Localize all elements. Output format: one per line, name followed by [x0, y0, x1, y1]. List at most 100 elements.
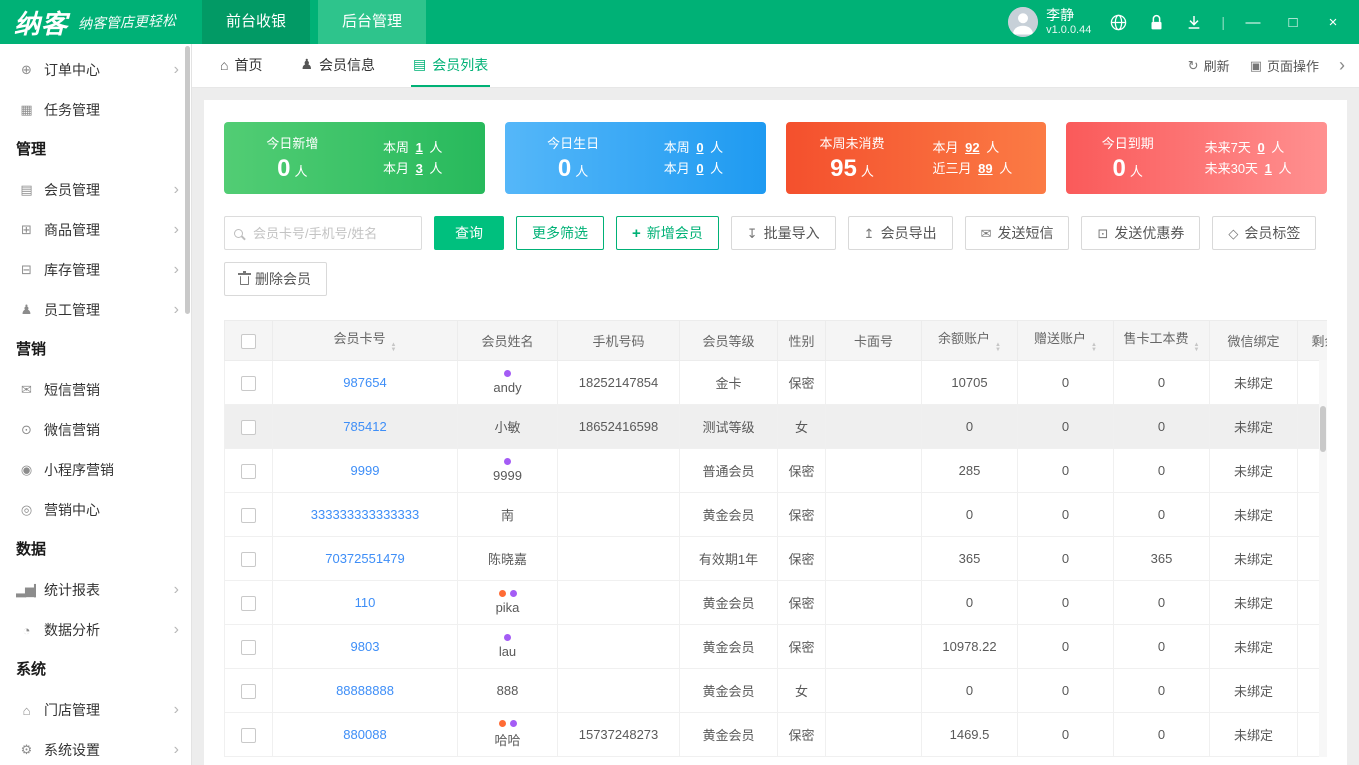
cell-balance: 1469.5 — [921, 712, 1018, 757]
sidebar-item-store-management[interactable]: ⌂ 门店管理 › — [0, 690, 191, 730]
sidebar-item-order-center[interactable]: ⊕ 订单中心 › — [0, 50, 191, 90]
member-card-link[interactable]: 88888888 — [336, 683, 394, 698]
refresh-button[interactable]: ↻ 刷新 — [1188, 56, 1230, 75]
minimize-button[interactable]: — — [1241, 14, 1265, 31]
tag-dot-icon — [509, 720, 517, 727]
row-checkbox[interactable] — [241, 727, 256, 743]
stats-line-number[interactable]: 3 — [416, 161, 423, 176]
cell-checkbox — [224, 360, 273, 405]
sort-icon[interactable]: ▲ ▼ — [995, 342, 1001, 353]
tab-label: 首页 — [234, 56, 263, 73]
table-row[interactable]: 9999 9999 普通会员 保密 285 0 0 未绑定 — [224, 448, 1327, 493]
chevron-right-icon[interactable]: › — [1339, 55, 1345, 76]
member-tags-button[interactable]: ◇ 会员标签 — [1212, 216, 1317, 250]
member-card-link[interactable]: 785412 — [343, 419, 386, 434]
member-card-link[interactable]: 9999 — [351, 463, 380, 478]
export-members-button[interactable]: ↥ 会员导出 — [847, 216, 953, 250]
table-row[interactable]: 88888888 888 黄金会员女 0 0 0 未绑定 — [224, 668, 1327, 713]
member-card-link[interactable]: 110 — [355, 595, 376, 610]
stats-line-number[interactable]: 89 — [978, 161, 992, 176]
row-checkbox[interactable] — [241, 683, 256, 699]
table-row[interactable]: 880088 哈哈 15737248273 黄金会员 保密 1469.5 0 0 未绑定 — [224, 712, 1327, 757]
row-checkbox[interactable] — [241, 463, 256, 479]
toolbar-row-1: 查询 更多筛选 + 新增会员 ↧ 批量导入 ↥ 会员导出 ✉ 发送短信 ⊡ 发送优惠券 ◇ 会员标签 — [224, 216, 1327, 250]
col-header-gift[interactable]: 赠送账户 ▲ ▼ — [1017, 320, 1114, 361]
stats-card-unit: 人 — [294, 164, 308, 179]
sidebar-section-system: 系统 — [16, 661, 47, 678]
stats-line-number[interactable]: 1 — [416, 140, 423, 155]
col-header-card_no[interactable]: 会员卡号 ▲ ▼ — [272, 320, 458, 361]
row-checkbox[interactable] — [241, 419, 256, 435]
query-button[interactable]: 查询 — [434, 216, 504, 250]
row-checkbox[interactable] — [241, 639, 256, 655]
header-tab-front-cashier[interactable]: 前台收银 — [202, 0, 311, 44]
select-all-checkbox[interactable] — [241, 333, 256, 349]
table-scrollbar-thumb[interactable] — [1320, 406, 1326, 452]
sidebar-item-sms-marketing[interactable]: ✉ 短信营销 — [0, 370, 191, 410]
member-card-link[interactable]: 333333333333333 — [311, 507, 419, 522]
stats-line-number[interactable]: 1 — [1265, 161, 1272, 176]
sort-icon[interactable]: ▲ ▼ — [391, 342, 397, 353]
sidebar-item-inventory-management[interactable]: ⊟ 库存管理 › — [0, 250, 191, 290]
col-header-fee[interactable]: 售卡工本费 ▲ ▼ — [1113, 320, 1210, 361]
sidebar-item-miniprogram-marketing[interactable]: ◉ 小程序营销 — [0, 450, 191, 490]
table-row[interactable]: 785412 小敏 18652416598 测试等级女 0 0 0 未绑定 — [224, 404, 1327, 449]
tab-member-list[interactable]: ▤ 会员列表 — [411, 44, 491, 87]
member-card-link[interactable]: 9803 — [351, 639, 380, 654]
sidebar-item-employee-management[interactable]: ♟ 员工管理 › — [0, 290, 191, 330]
sidebar-scrollbar[interactable] — [185, 46, 190, 314]
cell-fee: 0 — [1113, 580, 1210, 625]
stats-line-number[interactable]: 92 — [965, 140, 979, 155]
stats-line-number[interactable]: 0 — [1257, 140, 1264, 155]
row-checkbox[interactable] — [241, 507, 256, 523]
table-row[interactable]: 70372551479 陈晓嘉 有效期1年 保密 365 0 365 未绑定 — [224, 536, 1327, 581]
stats-line-number[interactable]: 0 — [696, 140, 703, 155]
globe-icon[interactable] — [1107, 11, 1129, 33]
sidebar-item-marketing-center[interactable]: ◎ 营销中心 — [0, 490, 191, 530]
stats-card-today-expire: 今日到期 0 人未来7天 0 人未来30天 1 人 — [1066, 122, 1327, 194]
row-checkbox[interactable] — [241, 375, 256, 391]
table-row[interactable]: 333333333333333 南黄金会员 保密 0 0 0 未绑定 — [224, 492, 1327, 537]
sidebar-item-product-management[interactable]: ⊞ 商品管理 › — [0, 210, 191, 250]
product-icon: ⊞ — [21, 222, 32, 237]
tab-member-info[interactable]: ♟ 会员信息 — [298, 44, 377, 87]
member-card-link[interactable]: 987654 — [343, 375, 386, 390]
member-card-link[interactable]: 880088 — [343, 727, 386, 742]
sort-icon[interactable]: ▲ ▼ — [1091, 342, 1097, 353]
table-row[interactable]: 110 pika 黄金会员 保密 0 0 0 未绑定 — [224, 580, 1327, 625]
stats-line-number[interactable]: 0 — [696, 161, 703, 176]
search-input[interactable] — [251, 224, 412, 242]
col-header-checkbox[interactable] — [224, 320, 273, 361]
more-filters-button[interactable]: 更多筛选 — [516, 216, 604, 250]
col-header-balance[interactable]: 余额账户 ▲ ▼ — [921, 320, 1018, 361]
avatar[interactable] — [1008, 7, 1039, 37]
row-checkbox[interactable] — [241, 551, 256, 567]
close-button[interactable]: × — [1321, 14, 1345, 31]
sort-icon[interactable]: ▲ ▼ — [1194, 342, 1200, 353]
sidebar-item-wechat-marketing[interactable]: ⊙ 微信营销 — [0, 410, 191, 450]
cell-card-no: 70372551479 — [272, 536, 458, 581]
row-checkbox[interactable] — [241, 595, 256, 611]
lock-icon[interactable] — [1145, 11, 1167, 33]
sidebar-item-task-management[interactable]: ▦ 任务管理 — [0, 90, 191, 130]
table-scrollbar[interactable] — [1319, 360, 1327, 757]
table-row[interactable]: 9803 lau 黄金会员 保密 10978.22 0 0 未绑定 — [224, 624, 1327, 669]
sidebar-item-system-settings[interactable]: ⚙ 系统设置 › — [0, 730, 191, 765]
delete-members-button[interactable]: 删除会员 — [224, 262, 327, 296]
member-info-icon: ♟ — [300, 56, 314, 72]
add-member-button[interactable]: + 新增会员 — [616, 216, 719, 250]
page-ops-button[interactable]: ▣ 页面操作 — [1250, 56, 1319, 75]
cell-checkbox — [224, 624, 273, 669]
member-card-link[interactable]: 70372551479 — [325, 551, 405, 566]
batch-import-button[interactable]: ↧ 批量导入 — [730, 216, 836, 250]
send-sms-button[interactable]: ✉ 发送短信 — [964, 216, 1070, 250]
download-icon[interactable] — [1183, 11, 1205, 33]
sidebar-item-member-management[interactable]: ▤ 会员管理 › — [0, 170, 191, 210]
sidebar-item-statistics-report[interactable]: ▂▅▇ 统计报表 › — [0, 570, 191, 610]
sidebar-item-data-analysis[interactable]: ◔ 数据分析 › — [0, 610, 191, 650]
header-tab-backend-management[interactable]: 后台管理 — [318, 0, 427, 44]
tab-home[interactable]: ⌂ 首页 — [218, 44, 264, 87]
send-coupon-button[interactable]: ⊡ 发送优惠券 — [1081, 216, 1201, 250]
table-row[interactable]: 987654 andy 18252147854 金卡 保密 10705 0 0 未绑定 — [224, 360, 1327, 405]
maximize-button[interactable]: □ — [1281, 14, 1305, 31]
